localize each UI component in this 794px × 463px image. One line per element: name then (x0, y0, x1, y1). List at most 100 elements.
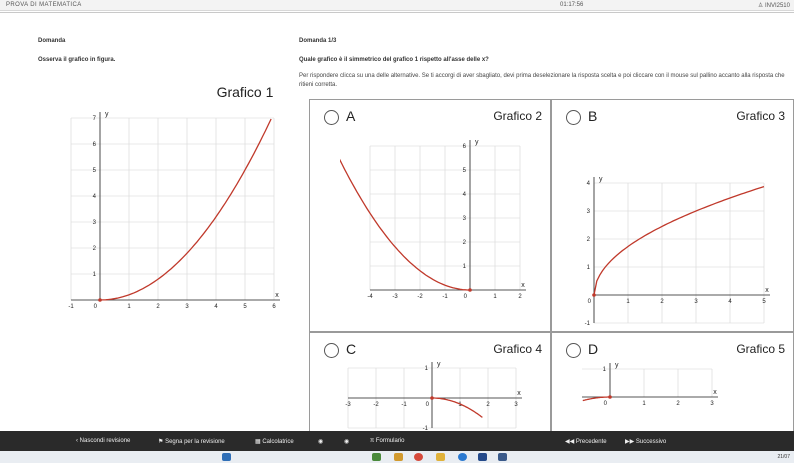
graph-1: x y -1 1 2 3 4 5 6 1 2 3 4 5 6 7 0 (68, 111, 280, 310)
user-id: ♙ INVI2510 (757, 3, 790, 9)
x-axis-label: x (275, 292, 279, 299)
y-tick-label: 5 (93, 168, 97, 174)
timer: 01:17:56 (560, 2, 584, 8)
function-curve (432, 397, 483, 418)
y-tick-label: 6 (463, 144, 467, 150)
tool-icon-1[interactable]: ◉ (318, 438, 323, 445)
x-axis-label: x (517, 390, 521, 397)
x-tick-label: 2 (518, 294, 522, 300)
pi-icon: π (370, 438, 375, 444)
origin-label: 0 (604, 401, 608, 407)
origin-label: 0 (426, 402, 430, 408)
radio-a[interactable] (324, 110, 339, 125)
x-tick-label: 5 (762, 299, 766, 305)
rewind-icon: ◀◀ (565, 439, 575, 445)
question-text: Quale grafico è il simmetrico del grafic… (299, 57, 489, 63)
taskbar-app-icon[interactable] (478, 453, 487, 461)
user-icon: ♙ (757, 3, 764, 9)
y-tick-label: 3 (463, 216, 467, 222)
x-tick-label: -1 (68, 304, 74, 310)
graph-4: xy-3 -2 -1 1 2 31-10 (345, 361, 522, 431)
y-tick-label: -1 (585, 321, 591, 325)
curve-point (430, 396, 434, 400)
x-tick-label: 1 (127, 304, 131, 310)
instructions: Per rispondere clicca su una delle alter… (299, 73, 785, 88)
formulary-button[interactable]: π Formulario (370, 438, 405, 444)
option-d[interactable]: D Grafico 5 xy-112310 (551, 332, 794, 432)
exam-page: PROVA DI MATEMATICA 01:17:56 ♙ INVI2510 … (0, 0, 794, 463)
calculator-icon: ▦ (255, 439, 261, 445)
taskbar-app-icon[interactable] (436, 453, 445, 461)
graph-3: x y 1 2 3 4 5 -1 1 2 3 4 0 (585, 176, 770, 325)
x-tick-label: -4 (367, 294, 373, 300)
flag-icon: ⚑ (158, 439, 164, 445)
y-axis-label: y (105, 111, 109, 118)
x-axis-label: x (713, 389, 717, 396)
app-name: PROVA DI MATEMATICA (6, 2, 82, 8)
top-bar: PROVA DI MATEMATICA 01:17:56 ♙ INVI2510 (0, 0, 794, 11)
origin-label: 0 (464, 294, 468, 300)
tool-icon-2[interactable]: ◉ (344, 438, 349, 445)
previous-button[interactable]: ◀◀ Precedente (565, 438, 607, 445)
option-b[interactable]: B Grafico 3 x y 1 2 3 4 5 -1 1 2 3 4 0 (551, 99, 794, 332)
left-header: Domanda (38, 38, 66, 44)
y-axis-label: y (475, 139, 479, 146)
taskbar-app-icon[interactable] (414, 453, 423, 461)
left-prompt: Osserva il grafico in figura. (38, 57, 116, 63)
taskbar-app-icon[interactable] (458, 453, 467, 461)
x-tick-label: -2 (373, 402, 379, 408)
y-tick-label: 1 (93, 272, 97, 278)
y-tick-label: 4 (587, 181, 591, 187)
y-tick-label: 4 (463, 192, 467, 198)
top-divider (0, 12, 794, 13)
x-tick-label: 2 (676, 401, 680, 407)
calculator-button[interactable]: ▦ Calcolatrice (255, 438, 294, 445)
mark-review-button[interactable]: ⚑ Segna per la revisione (158, 438, 225, 445)
y-tick-label: 2 (463, 240, 467, 246)
x-tick-label: 2 (156, 304, 160, 310)
x-tick-label: 4 (728, 299, 732, 305)
y-tick-label: 1 (425, 366, 429, 372)
taskbar-app-icon[interactable] (394, 453, 403, 461)
taskbar-app-icon[interactable] (372, 453, 381, 461)
curve-point (468, 288, 472, 292)
x-tick-label: 2 (660, 299, 664, 305)
y-tick-label: 7 (93, 116, 97, 122)
y-axis-label: y (599, 176, 603, 183)
option-letter: B (588, 108, 598, 124)
x-tick-label: 1 (493, 294, 497, 300)
x-tick-label: -3 (392, 294, 398, 300)
x-tick-label: -1 (401, 402, 407, 408)
graph1-title: Grafico 1 (216, 84, 274, 100)
curve-point (592, 293, 596, 297)
taskbar-clock: 21/07 (777, 454, 790, 460)
x-tick-label: 2 (486, 402, 490, 408)
y-tick-label: 1 (587, 265, 591, 271)
y-tick-label: 2 (587, 237, 591, 243)
radio-d[interactable] (566, 343, 581, 358)
hide-review-button[interactable]: ‹ Nascondi revisione (76, 438, 130, 444)
next-button[interactable]: ▶▶ Successivo (625, 438, 666, 445)
option-a[interactable]: A Grafico 2 xy-4-3-2-11212345670 (309, 99, 551, 332)
option-c[interactable]: C Grafico 4 x y -3 -2 -1 1 2 3 1 -1 0 (309, 332, 551, 432)
radio-b[interactable] (566, 110, 581, 125)
x-tick-label: 4 (214, 304, 218, 310)
chevron-left-icon: ‹ (76, 438, 78, 444)
x-tick-label: 1 (642, 401, 646, 407)
y-tick-label: 1 (463, 264, 467, 270)
y-tick-label: 3 (93, 220, 97, 226)
taskbar-app-icon[interactable] (222, 453, 231, 461)
x-axis-label: x (521, 282, 525, 289)
x-tick-label: -2 (417, 294, 423, 300)
option-title: Grafico 2 (493, 109, 542, 123)
y-tick-label: 2 (93, 246, 97, 252)
x-tick-label: 3 (514, 402, 518, 408)
option-title: Grafico 3 (736, 109, 785, 123)
bottom-bar: ‹ Nascondi revisione ⚑ Segna per la revi… (0, 431, 794, 451)
y-tick-label: 4 (93, 194, 97, 200)
y-tick-label: 6 (93, 142, 97, 148)
taskbar-app-icon[interactable] (498, 453, 507, 461)
forward-icon: ▶▶ (625, 439, 635, 445)
y-tick-label: 1 (603, 367, 607, 373)
graph-2: xy-4-3-2-11212345670 (340, 139, 526, 300)
